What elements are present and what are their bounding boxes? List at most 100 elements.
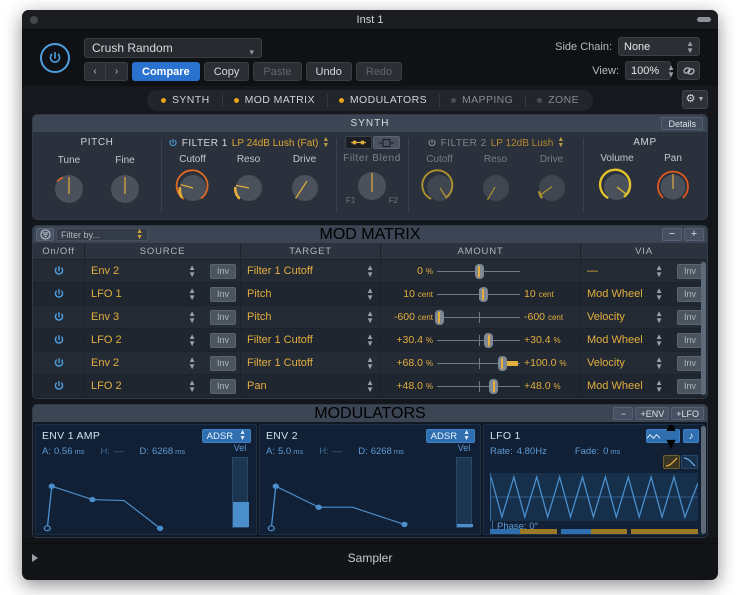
compare-button[interactable]: Compare bbox=[132, 62, 200, 81]
row-via-invert-button[interactable]: Inv bbox=[677, 332, 703, 348]
row-source-select[interactable]: LFO 1 ▲ ▼ bbox=[85, 283, 210, 305]
link-button[interactable] bbox=[677, 61, 700, 80]
env2-hold-value[interactable]: — bbox=[333, 446, 343, 457]
row-amount-right[interactable]: +100.0 % bbox=[524, 357, 576, 369]
add-lfo-button[interactable]: +LFO bbox=[671, 407, 704, 420]
mod-matrix-scrollbar[interactable] bbox=[701, 260, 706, 397]
row-amount-thumb[interactable] bbox=[434, 310, 444, 325]
blend-parallel-button[interactable] bbox=[372, 136, 400, 149]
row-via-select[interactable]: Velocity ▲ ▼ bbox=[581, 352, 677, 374]
lfo1-sync-button[interactable]: ♪ bbox=[683, 429, 699, 443]
row-target-select[interactable]: Pitch ▲ ▼ bbox=[241, 283, 380, 305]
details-button[interactable]: Details bbox=[661, 117, 703, 130]
filter1-cutoff-knob[interactable] bbox=[173, 167, 213, 207]
row-target-select[interactable]: Filter 1 Cutoff ▲ ▼ bbox=[241, 352, 380, 374]
remove-modulator-button[interactable]: − bbox=[613, 407, 634, 420]
side-chain-select[interactable]: None ▲ ▼ bbox=[618, 37, 700, 56]
blend-serial-button[interactable] bbox=[344, 136, 372, 149]
lfo1-waveform-display[interactable] bbox=[490, 473, 699, 521]
filter2-cutoff-knob[interactable] bbox=[420, 167, 460, 207]
filter-blend-knob[interactable] bbox=[352, 167, 392, 207]
row-amount-slider[interactable] bbox=[437, 352, 520, 374]
filter1-drive-knob[interactable] bbox=[285, 167, 325, 207]
row-amount-slider[interactable] bbox=[437, 375, 520, 397]
filter1-mode[interactable]: LP 24dB Lush (Fat) bbox=[232, 138, 319, 149]
filter-menu-icon[interactable] bbox=[36, 228, 54, 241]
row-via-invert-button[interactable]: Inv bbox=[677, 378, 703, 394]
row-target-select[interactable]: Pan ▲ ▼ bbox=[241, 375, 380, 397]
row-source-invert-button[interactable]: Inv bbox=[210, 263, 236, 279]
row-via-select[interactable]: Mod Wheel ▲ ▼ bbox=[581, 375, 677, 397]
row-amount-slider[interactable] bbox=[437, 329, 520, 351]
stepper-icon[interactable]: ▲ ▼ bbox=[557, 136, 564, 149]
row-power-button[interactable] bbox=[33, 352, 85, 374]
row-amount-right[interactable]: +30.4 % bbox=[524, 334, 576, 346]
lfo1-strip-row[interactable] bbox=[490, 529, 699, 534]
window-close-dot[interactable] bbox=[30, 15, 38, 24]
add-env-button[interactable]: +ENV bbox=[635, 407, 670, 420]
row-source-invert-button[interactable]: Inv bbox=[210, 332, 236, 348]
row-target-select[interactable]: Filter 1 Cutoff ▲ ▼ bbox=[241, 260, 380, 282]
row-amount-left[interactable]: +48.0 % bbox=[385, 380, 433, 392]
row-amount-right[interactable]: -600 cent bbox=[524, 311, 576, 323]
row-amount-left[interactable]: +30.4 % bbox=[385, 334, 433, 346]
row-source-invert-button[interactable]: Inv bbox=[210, 286, 236, 302]
row-source-select[interactable]: Env 2 ▲ ▼ bbox=[85, 352, 210, 374]
redo-button[interactable]: Redo bbox=[355, 62, 403, 81]
tab-mod-matrix[interactable]: MOD MATRIX bbox=[221, 90, 327, 111]
lfo1-fade-value[interactable]: 0 bbox=[603, 446, 608, 457]
row-source-select[interactable]: Env 2 ▲ ▼ bbox=[85, 260, 210, 282]
row-via-invert-button[interactable]: Inv bbox=[677, 286, 703, 302]
remove-slot-button[interactable]: − bbox=[662, 228, 682, 241]
row-power-button[interactable] bbox=[33, 306, 85, 328]
row-power-button[interactable] bbox=[33, 260, 85, 282]
env2-decay-value[interactable]: 6268 bbox=[371, 446, 392, 457]
filter1-reso-knob[interactable] bbox=[229, 167, 269, 207]
row-amount-left[interactable]: 0 % bbox=[385, 265, 433, 277]
row-via-select[interactable]: — ▲ ▼ bbox=[581, 260, 677, 282]
row-source-invert-button[interactable]: Inv bbox=[210, 355, 236, 371]
env2-type-select[interactable]: ADSR ▲ ▼ bbox=[425, 429, 475, 443]
env1-hold-value[interactable]: — bbox=[114, 446, 124, 457]
modulators-scrollbar[interactable] bbox=[701, 424, 706, 536]
fine-knob[interactable] bbox=[105, 168, 145, 208]
row-amount-thumb[interactable] bbox=[484, 333, 494, 348]
row-via-invert-button[interactable]: Inv bbox=[677, 309, 703, 325]
filter2-mode[interactable]: LP 12dB Lush bbox=[491, 138, 554, 149]
row-power-button[interactable] bbox=[33, 329, 85, 351]
row-via-invert-button[interactable]: Inv bbox=[677, 263, 703, 279]
tab-mapping[interactable]: MAPPING bbox=[439, 90, 525, 111]
power-button[interactable] bbox=[40, 43, 70, 73]
lfo1-waveform-select[interactable]: ▲ ▼ bbox=[646, 425, 680, 453]
settings-menu-button[interactable]: ⚙ ▼ bbox=[682, 90, 708, 109]
undo-button[interactable]: Undo bbox=[305, 62, 352, 81]
amp-volume-knob[interactable] bbox=[597, 166, 637, 206]
row-amount-slider[interactable] bbox=[437, 283, 520, 305]
row-target-select[interactable]: Filter 1 Cutoff ▲ ▼ bbox=[241, 329, 380, 351]
row-amount-left[interactable]: 10 cent bbox=[385, 288, 433, 300]
mod-matrix-filter-select[interactable]: Filter by... ▲ ▼ bbox=[56, 228, 148, 241]
row-amount-right[interactable]: +48.0 % bbox=[524, 380, 576, 392]
row-source-select[interactable]: LFO 2 ▲ ▼ bbox=[85, 329, 210, 351]
paste-button[interactable]: Paste bbox=[253, 62, 302, 81]
row-amount-thumb[interactable] bbox=[497, 356, 507, 371]
row-amount-slider[interactable] bbox=[437, 260, 520, 282]
window-resize-pill[interactable] bbox=[697, 17, 711, 22]
filter1-power-icon[interactable] bbox=[168, 138, 178, 148]
env2-curve[interactable] bbox=[260, 469, 480, 534]
filter2-reso-knob[interactable] bbox=[476, 167, 516, 207]
prev-preset-button[interactable]: ‹ bbox=[85, 63, 106, 80]
tune-knob[interactable] bbox=[49, 168, 89, 208]
env1-curve[interactable] bbox=[36, 469, 256, 534]
preset-selector[interactable]: Crush Random ▾ bbox=[84, 38, 262, 58]
amp-pan-knob[interactable] bbox=[653, 166, 693, 206]
row-source-select[interactable]: LFO 2 ▲ ▼ bbox=[85, 375, 210, 397]
row-source-select[interactable]: Env 3 ▲ ▼ bbox=[85, 306, 210, 328]
row-power-button[interactable] bbox=[33, 375, 85, 397]
filter2-drive-knob[interactable] bbox=[532, 167, 572, 207]
row-via-select[interactable]: Mod Wheel ▲ ▼ bbox=[581, 283, 677, 305]
env2-attack-value[interactable]: 5.0 bbox=[278, 446, 291, 457]
tab-synth[interactable]: SYNTH bbox=[149, 90, 222, 111]
env1-decay-value[interactable]: 6268 bbox=[152, 446, 173, 457]
row-source-invert-button[interactable]: Inv bbox=[210, 309, 236, 325]
